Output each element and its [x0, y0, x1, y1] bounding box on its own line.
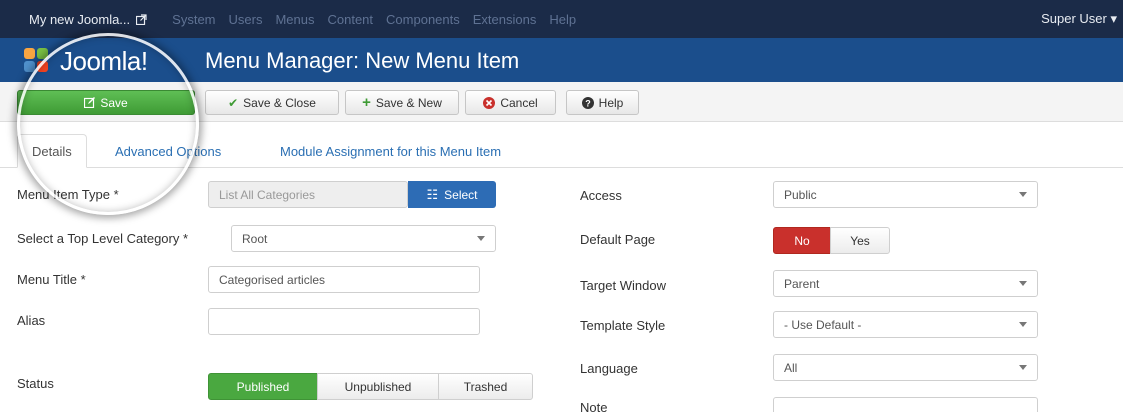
chevron-down-icon — [1019, 281, 1027, 286]
list-icon: ☷ — [426, 186, 439, 202]
default-page-label: Default Page — [580, 232, 656, 247]
caret-down-icon: ▾ — [1110, 11, 1117, 26]
nav-components[interactable]: Components — [386, 12, 460, 27]
menu-item-type-label: Menu Item Type * — [17, 187, 119, 202]
tab-advanced-options[interactable]: Advanced Options — [101, 134, 235, 168]
logo-text: Joomla! — [60, 45, 148, 76]
target-window-select[interactable]: Parent — [773, 270, 1038, 297]
language-select[interactable]: All — [773, 354, 1038, 381]
tab-bar: Details Advanced Options Module Assignme… — [0, 122, 1123, 168]
save-close-label: Save & Close — [243, 95, 316, 110]
chevron-down-icon — [477, 236, 485, 241]
user-menu[interactable]: Super User ▾ — [1041, 11, 1117, 27]
access-value: Public — [784, 187, 817, 202]
top-level-category-select[interactable]: Root — [231, 225, 496, 252]
template-style-label: Template Style — [580, 318, 666, 333]
cancel-icon — [483, 96, 496, 109]
save-button-label: Save — [100, 95, 128, 110]
page-title: Menu Manager: New Menu Item — [205, 48, 520, 73]
nav-users[interactable]: Users — [229, 12, 263, 27]
chevron-down-icon — [1019, 365, 1027, 370]
target-window-value: Parent — [784, 276, 820, 291]
chevron-down-icon — [1019, 322, 1027, 327]
default-page-yes-button[interactable]: Yes — [830, 227, 890, 254]
alias-label: Alias — [17, 313, 46, 328]
help-label: Help — [598, 95, 624, 110]
template-style-value: - Use Default - — [784, 317, 862, 332]
joomla-logo: Joomla! — [12, 45, 187, 77]
help-icon: ? — [581, 96, 594, 109]
site-label: My new Joomla... — [29, 11, 131, 27]
menu-item-type-field: List All Categories — [208, 181, 408, 208]
menu-title-label: Menu Title * — [17, 272, 86, 287]
tab-module-assignment[interactable]: Module Assignment for this Menu Item — [266, 134, 515, 168]
access-select[interactable]: Public — [773, 181, 1038, 208]
status-published-button[interactable]: Published — [208, 373, 318, 400]
language-label: Language — [580, 361, 638, 376]
cancel-button[interactable]: Cancel — [465, 90, 556, 115]
joomla-logo-icon — [24, 48, 50, 74]
nav-system[interactable]: System — [172, 12, 215, 27]
help-button[interactable]: ? Help — [566, 90, 639, 115]
svg-text:?: ? — [585, 98, 591, 108]
nav-help[interactable]: Help — [549, 12, 576, 27]
menu-title-input[interactable]: Categorised articles — [208, 266, 480, 293]
select-menu-type-button[interactable]: ☷ Select — [408, 181, 496, 208]
default-page-no-button[interactable]: No — [773, 227, 831, 254]
chevron-down-icon — [1019, 192, 1027, 197]
save-new-button[interactable]: + Save & New — [345, 90, 459, 115]
tab-details[interactable]: Details — [17, 134, 87, 168]
toolbar: Save ✔ Save & Close + Save & New Cancel … — [0, 82, 1123, 122]
alias-input[interactable] — [208, 308, 480, 335]
site-link[interactable]: My new Joomla... — [29, 12, 147, 27]
external-link-icon — [136, 13, 147, 25]
note-input[interactable] — [773, 397, 1038, 412]
top-level-category-label: Select a Top Level Category * — [17, 231, 189, 246]
nav-extensions[interactable]: Extensions — [473, 12, 537, 27]
user-label: Super User — [1041, 11, 1107, 26]
nav-content[interactable]: Content — [327, 12, 373, 27]
check-icon: ✔ — [228, 95, 239, 110]
note-label: Note — [580, 400, 608, 412]
status-unpublished-button[interactable]: Unpublished — [317, 373, 439, 400]
language-value: All — [784, 360, 798, 375]
nav-menus[interactable]: Menus — [275, 12, 314, 27]
save-button[interactable]: Save — [17, 90, 195, 115]
select-button-label: Select — [444, 187, 478, 202]
template-style-select[interactable]: - Use Default - — [773, 311, 1038, 338]
top-level-category-value: Root — [242, 231, 268, 246]
edit-icon — [84, 97, 96, 108]
cancel-label: Cancel — [500, 95, 538, 110]
status-trashed-button[interactable]: Trashed — [438, 373, 533, 400]
access-label: Access — [580, 188, 622, 203]
top-navbar: My new Joomla... System Users Menus Cont… — [0, 0, 1123, 38]
page-header: Joomla! Menu Manager: New Menu Item — [0, 38, 1123, 82]
plus-icon: + — [362, 94, 371, 111]
save-new-label: Save & New — [375, 95, 442, 110]
save-close-button[interactable]: ✔ Save & Close — [205, 90, 339, 115]
target-window-label: Target Window — [580, 278, 666, 293]
status-label: Status — [17, 376, 54, 391]
